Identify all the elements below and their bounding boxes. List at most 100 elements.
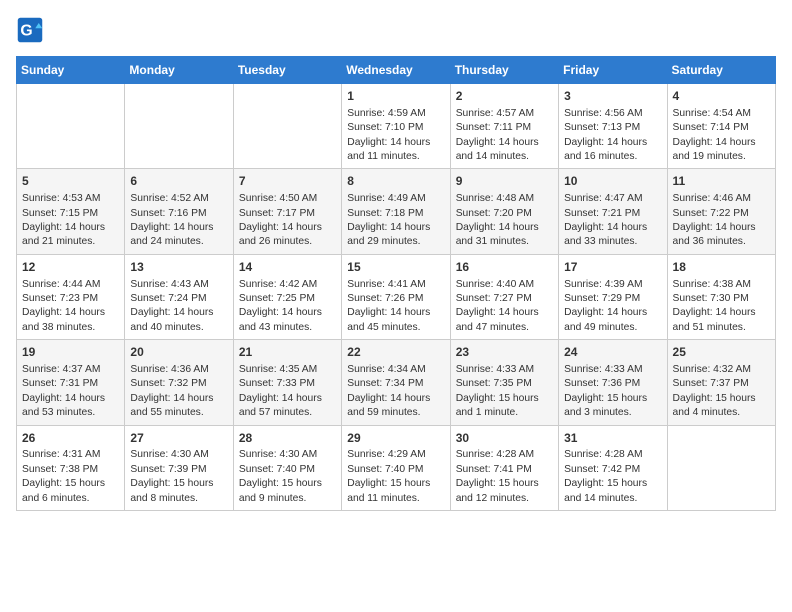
day-number: 16 [456, 259, 553, 276]
calendar-cell: 16Sunrise: 4:40 AMSunset: 7:27 PMDayligh… [450, 254, 558, 339]
day-info: Daylight: 14 hours [456, 221, 553, 235]
day-info: Sunset: 7:29 PM [564, 292, 661, 306]
calendar-cell: 31Sunrise: 4:28 AMSunset: 7:42 PMDayligh… [559, 425, 667, 510]
col-header-friday: Friday [559, 57, 667, 84]
day-number: 19 [22, 344, 119, 361]
day-info: and 19 minutes. [673, 150, 770, 164]
calendar-cell: 23Sunrise: 4:33 AMSunset: 7:35 PMDayligh… [450, 340, 558, 425]
day-info: Sunrise: 4:29 AM [347, 448, 444, 462]
calendar-table: SundayMondayTuesdayWednesdayThursdayFrid… [16, 56, 776, 511]
day-info: and 53 minutes. [22, 406, 119, 420]
day-number: 12 [22, 259, 119, 276]
day-info: and 57 minutes. [239, 406, 336, 420]
day-info: Sunset: 7:30 PM [673, 292, 770, 306]
day-info: Sunset: 7:35 PM [456, 377, 553, 391]
day-number: 11 [673, 173, 770, 190]
day-info: Sunset: 7:10 PM [347, 121, 444, 135]
day-info: and 51 minutes. [673, 321, 770, 335]
calendar-cell: 29Sunrise: 4:29 AMSunset: 7:40 PMDayligh… [342, 425, 450, 510]
day-info: Daylight: 14 hours [22, 221, 119, 235]
day-info: Sunset: 7:24 PM [130, 292, 227, 306]
day-info: and 38 minutes. [22, 321, 119, 335]
day-info: Sunset: 7:15 PM [22, 207, 119, 221]
day-info: and 33 minutes. [564, 235, 661, 249]
day-info: Daylight: 14 hours [239, 306, 336, 320]
day-info: Sunrise: 4:59 AM [347, 107, 444, 121]
day-number: 21 [239, 344, 336, 361]
logo-icon: G [16, 16, 44, 44]
day-info: Sunrise: 4:37 AM [22, 363, 119, 377]
day-number: 2 [456, 88, 553, 105]
day-info: Sunrise: 4:54 AM [673, 107, 770, 121]
day-info: Sunrise: 4:36 AM [130, 363, 227, 377]
day-info: Daylight: 15 hours [239, 477, 336, 491]
day-info: Sunrise: 4:38 AM [673, 278, 770, 292]
day-info: Daylight: 14 hours [130, 221, 227, 235]
day-info: Daylight: 14 hours [564, 221, 661, 235]
day-info: Sunset: 7:40 PM [347, 463, 444, 477]
col-header-saturday: Saturday [667, 57, 775, 84]
calendar-week-row: 5Sunrise: 4:53 AMSunset: 7:15 PMDaylight… [17, 169, 776, 254]
day-info: and 31 minutes. [456, 235, 553, 249]
calendar-week-row: 12Sunrise: 4:44 AMSunset: 7:23 PMDayligh… [17, 254, 776, 339]
day-info: and 40 minutes. [130, 321, 227, 335]
day-number: 31 [564, 430, 661, 447]
day-number: 5 [22, 173, 119, 190]
day-info: Sunrise: 4:31 AM [22, 448, 119, 462]
calendar-cell: 21Sunrise: 4:35 AMSunset: 7:33 PMDayligh… [233, 340, 341, 425]
calendar-cell: 20Sunrise: 4:36 AMSunset: 7:32 PMDayligh… [125, 340, 233, 425]
day-number: 7 [239, 173, 336, 190]
day-number: 9 [456, 173, 553, 190]
page-header: G [16, 16, 776, 44]
day-info: Daylight: 14 hours [673, 136, 770, 150]
calendar-cell [17, 84, 125, 169]
svg-text:G: G [20, 22, 32, 39]
day-info: Daylight: 14 hours [22, 306, 119, 320]
calendar-week-row: 26Sunrise: 4:31 AMSunset: 7:38 PMDayligh… [17, 425, 776, 510]
day-info: and 47 minutes. [456, 321, 553, 335]
day-info: and 49 minutes. [564, 321, 661, 335]
day-info: Sunset: 7:36 PM [564, 377, 661, 391]
calendar-cell: 3Sunrise: 4:56 AMSunset: 7:13 PMDaylight… [559, 84, 667, 169]
day-info: Daylight: 15 hours [673, 392, 770, 406]
day-info: and 4 minutes. [673, 406, 770, 420]
day-info: Daylight: 15 hours [456, 392, 553, 406]
day-info: Daylight: 14 hours [347, 221, 444, 235]
day-info: Sunset: 7:26 PM [347, 292, 444, 306]
day-info: Daylight: 15 hours [130, 477, 227, 491]
day-number: 24 [564, 344, 661, 361]
day-info: Sunset: 7:34 PM [347, 377, 444, 391]
day-info: Daylight: 14 hours [347, 306, 444, 320]
col-header-monday: Monday [125, 57, 233, 84]
day-info: Sunrise: 4:52 AM [130, 192, 227, 206]
calendar-cell: 18 Sunrise: 4:38 AMSunset: 7:30 PMDayligh… [667, 254, 775, 339]
day-info: Sunset: 7:20 PM [456, 207, 553, 221]
calendar-cell [667, 425, 775, 510]
calendar-cell: 1Sunrise: 4:59 AMSunset: 7:10 PMDaylight… [342, 84, 450, 169]
logo: G [16, 16, 48, 44]
calendar-cell: 7Sunrise: 4:50 AMSunset: 7:17 PMDaylight… [233, 169, 341, 254]
day-info: and 43 minutes. [239, 321, 336, 335]
day-info: Daylight: 14 hours [673, 306, 770, 320]
day-number: 18 [673, 259, 770, 276]
day-info: Sunrise: 4:33 AM [564, 363, 661, 377]
calendar-week-row: 1Sunrise: 4:59 AMSunset: 7:10 PMDaylight… [17, 84, 776, 169]
day-info: Sunrise: 4:30 AM [130, 448, 227, 462]
day-info: Sunrise: 4:57 AM [456, 107, 553, 121]
day-info: Sunrise: 4:47 AM [564, 192, 661, 206]
calendar-cell: 11Sunrise: 4:46 AMSunset: 7:22 PMDayligh… [667, 169, 775, 254]
day-info: and 6 minutes. [22, 492, 119, 506]
day-info: Daylight: 14 hours [239, 392, 336, 406]
day-info: Daylight: 14 hours [456, 136, 553, 150]
day-info: Sunrise: 4:28 AM [564, 448, 661, 462]
day-info: Sunset: 7:18 PM [347, 207, 444, 221]
day-info: and 12 minutes. [456, 492, 553, 506]
day-info: Sunrise: 4:33 AM [456, 363, 553, 377]
day-number: 17 [564, 259, 661, 276]
day-info: Sunset: 7:27 PM [456, 292, 553, 306]
calendar-cell: 10Sunrise: 4:47 AMSunset: 7:21 PMDayligh… [559, 169, 667, 254]
day-info: Sunset: 7:31 PM [22, 377, 119, 391]
day-info: and 11 minutes. [347, 150, 444, 164]
day-info: Daylight: 14 hours [564, 136, 661, 150]
calendar-cell: 19Sunrise: 4:37 AMSunset: 7:31 PMDayligh… [17, 340, 125, 425]
